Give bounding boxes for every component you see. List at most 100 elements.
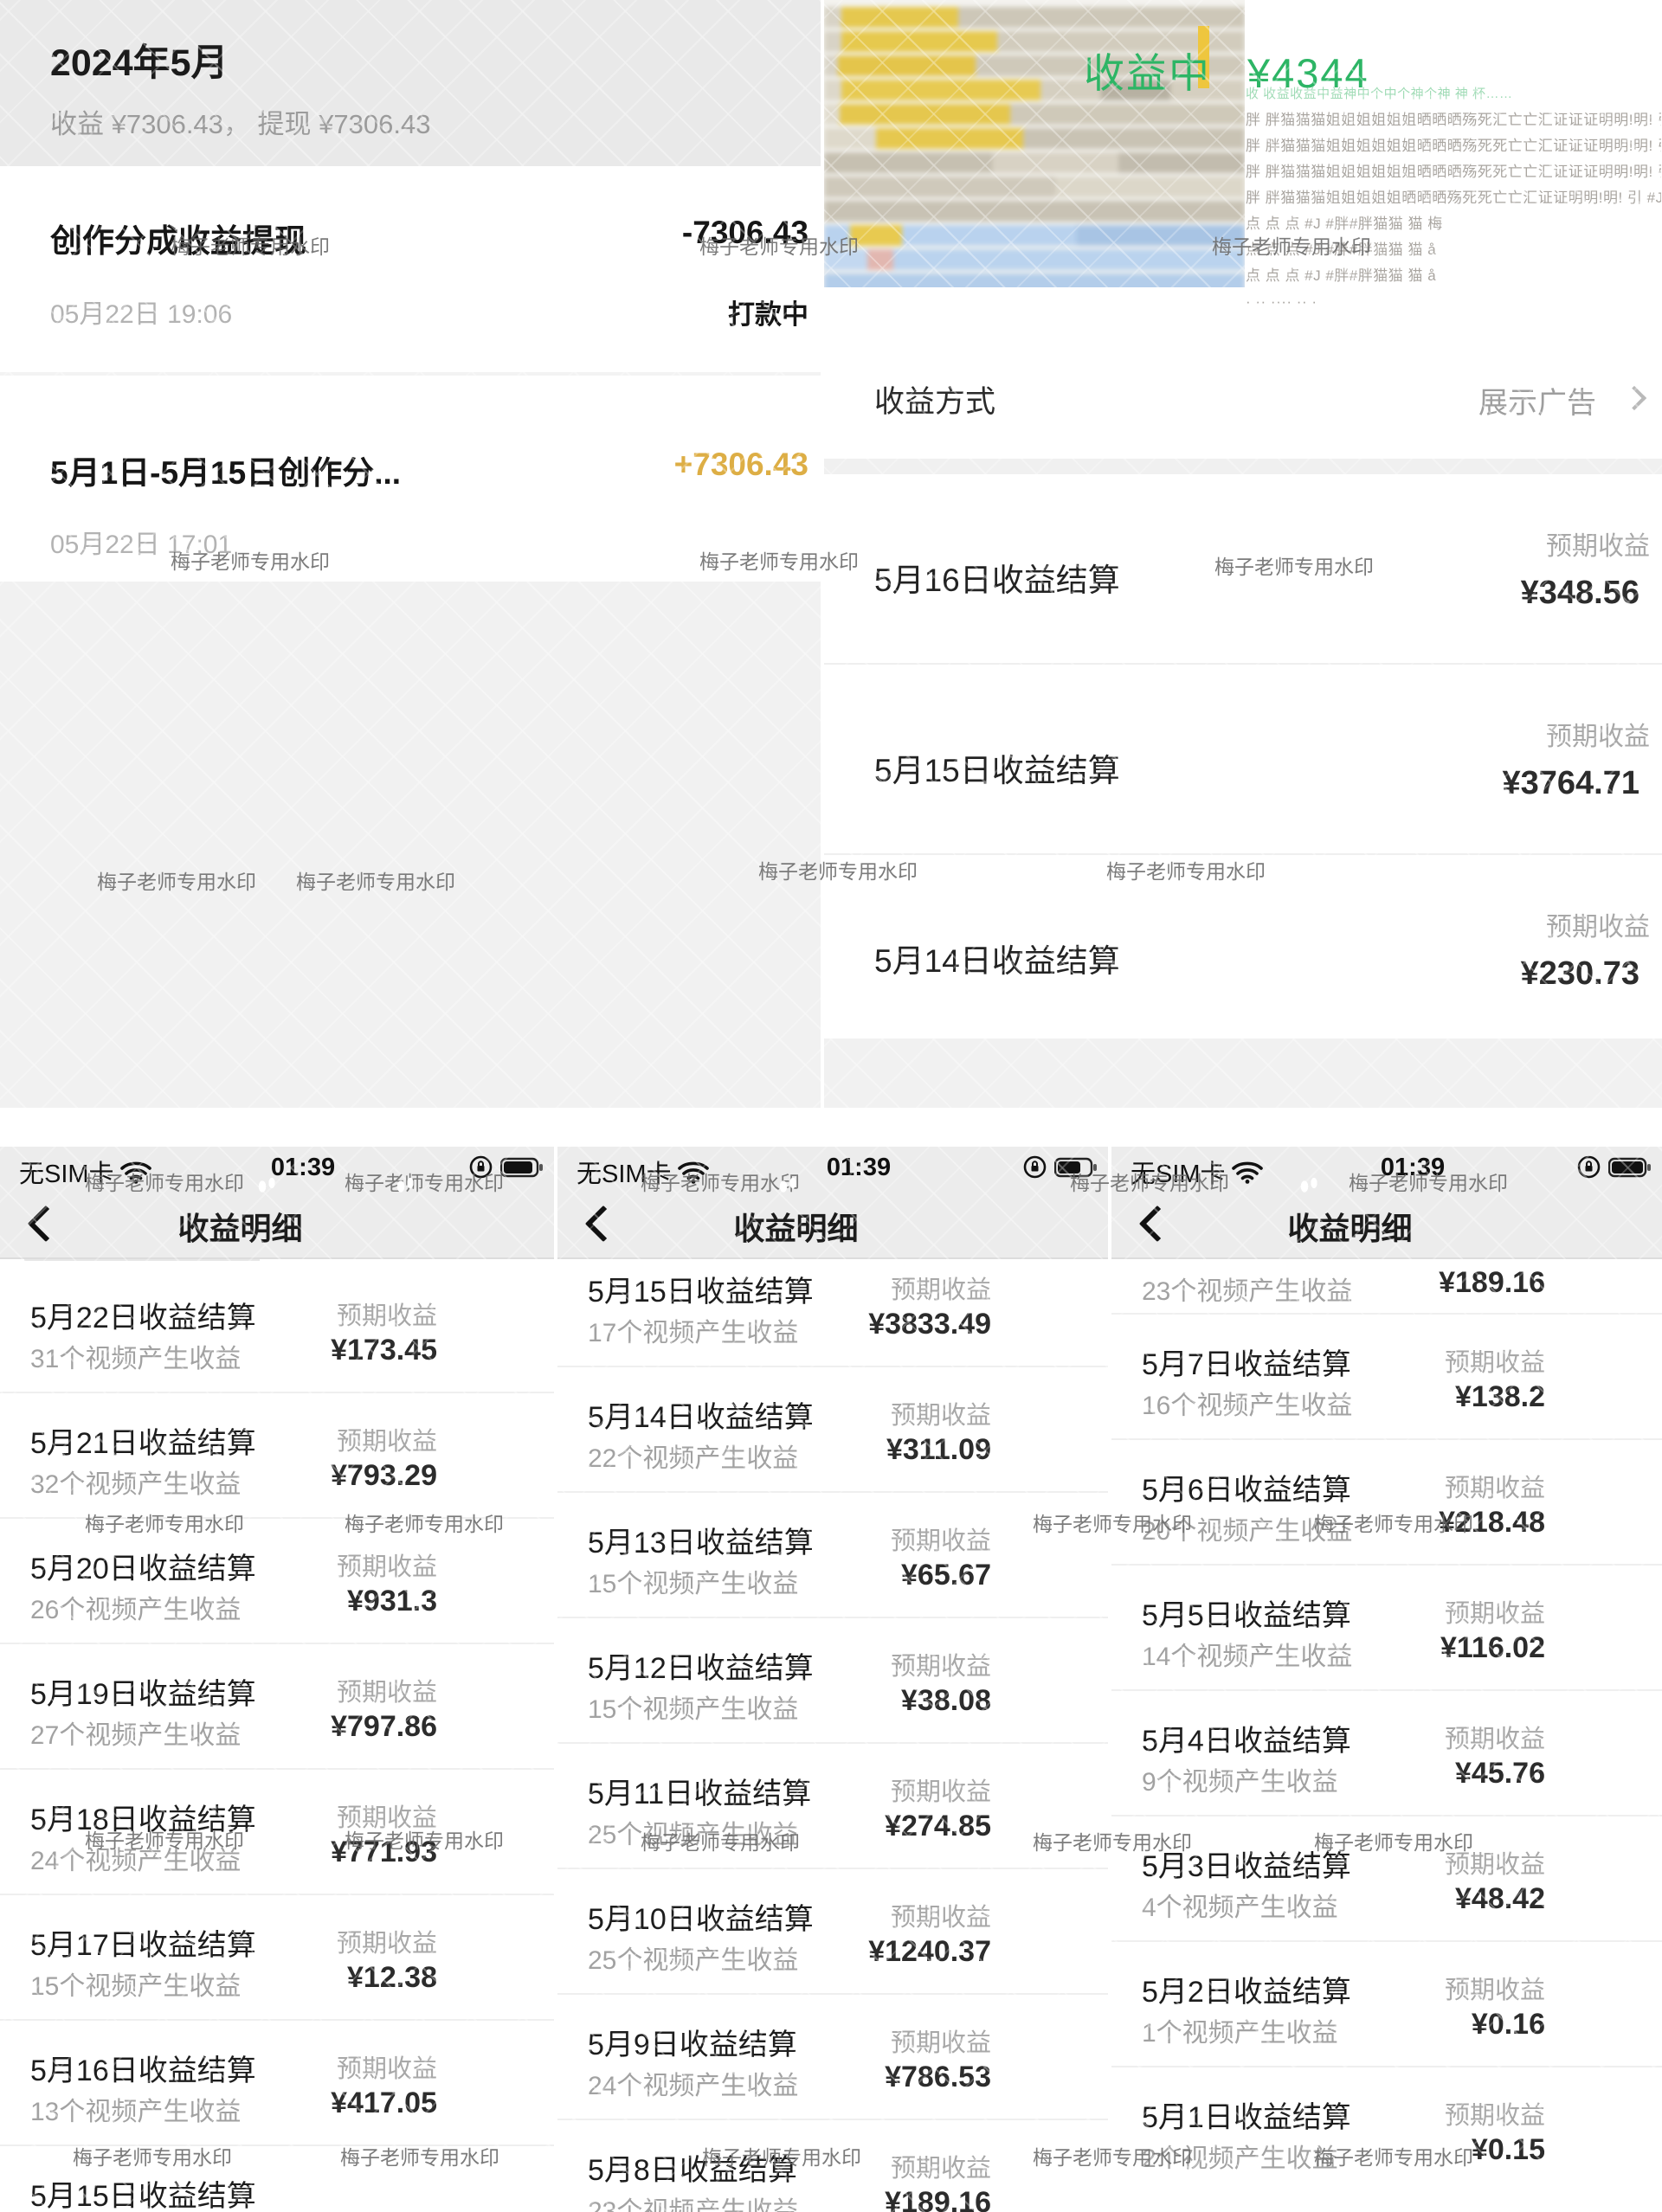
row-title: 5月4日收益结算: [1142, 1717, 1351, 1759]
transaction-row-income[interactable]: 5月1日-5月15日创作分... +7306.43 05月22日 17:01: [0, 372, 821, 585]
transaction-date: 05月22日 19:06: [50, 293, 232, 331]
row-title: 5月8日收益结算: [588, 2146, 797, 2189]
row-title: 5月13日收益结算: [588, 1519, 814, 1561]
settlement-list: 5月22日收益结算31个视频产生收益预期收益¥173.455月21日收益结算32…: [0, 1259, 554, 2212]
status-bar: 无SIM卡 01:39: [557, 1147, 1108, 1188]
settlement-row[interactable]: 5月21日收益结算32个视频产生收益预期收益¥793.29: [0, 1393, 554, 1519]
transaction-title: 5月1日-5月15日创作分...: [50, 447, 401, 493]
nav-bar: 收益明细: [557, 1188, 1108, 1259]
row-amount: ¥786.53: [885, 2061, 991, 2094]
settlement-row[interactable]: 5月15日收益结算: [0, 2146, 554, 2212]
settlement-row[interactable]: 5月2日收益结算1个视频产生收益预期收益¥0.16: [1111, 1942, 1662, 2067]
row-subtitle: 20个视频产生收益: [1142, 1509, 1352, 1547]
transaction-row-withdraw[interactable]: 创作分成收益提现 -7306.43 05月22日 19:06 打款中: [0, 166, 821, 372]
row-title: 5月14日收益结算: [874, 935, 1120, 981]
settlement-row[interactable]: 5月3日收益结算4个视频产生收益预期收益¥48.42: [1111, 1817, 1662, 1942]
earnings-method-row[interactable]: 收益方式 展示广告: [824, 348, 1662, 459]
row-subtitle: 24个视频产生收益: [30, 1839, 241, 1877]
row-amount: ¥3764.71: [1503, 765, 1640, 802]
settlement-row[interactable]: 5月1日收益结算2个视频产生收益预期收益¥0.15: [1111, 2067, 1662, 2191]
settlement-row[interactable]: 预期收益5月15日收益结算¥3764.71: [824, 665, 1662, 855]
settlement-row[interactable]: 5月17日收益结算15个视频产生收益预期收益¥12.38: [0, 1895, 554, 2021]
row-amount: ¥138.2: [1455, 1380, 1545, 1414]
row-title: 5月15日收益结算: [30, 2172, 256, 2212]
row-subtitle: 14个视频产生收益: [1142, 1635, 1352, 1673]
transaction-status: 打款中: [728, 293, 808, 331]
row-title: 5月17日收益结算: [30, 1921, 256, 1964]
glitch-text-line: 胖 胖猫猫猫姐姐姐姐姐姐晒晒晒殇死汇亡亡汇证证证明明!明! 引 #J #) #热…: [1246, 107, 1661, 133]
row-amount: ¥0.15: [1472, 2133, 1545, 2167]
phone-screenshot-2: 无SIM卡 01:39 收益明细 5月15日收益结算17个视频产生收益预期收益¥…: [554, 1147, 1108, 2212]
settlement-row[interactable]: 5月11日收益结算25个视频产生收益预期收益¥274.85: [557, 1744, 1108, 1869]
settlement-row[interactable]: 5月20日收益结算26个视频产生收益预期收益¥931.3: [0, 1519, 554, 1644]
transaction-title: 创作分成收益提现: [50, 215, 306, 261]
row-title: 5月12日收益结算: [588, 1644, 814, 1687]
row-title: 5月19日收益结算: [30, 1670, 256, 1713]
row-title: 5月16日收益结算: [874, 554, 1120, 601]
row-title: 5月1日收益结算: [1142, 2093, 1351, 2136]
row-amount: ¥0.16: [1472, 2008, 1545, 2042]
settlement-row[interactable]: 预期收益5月16日收益结算¥348.56: [824, 474, 1662, 665]
settlement-row[interactable]: 5月12日收益结算15个视频产生收益预期收益¥38.08: [557, 1618, 1108, 1744]
settlement-row[interactable]: 5月19日收益结算27个视频产生收益预期收益¥797.86: [0, 1644, 554, 1770]
battery-icon: [500, 1157, 544, 1178]
settlement-row[interactable]: 5月6日收益结算20个视频产生收益预期收益¥218.48: [1111, 1440, 1662, 1566]
row-amount: ¥12.38: [347, 1961, 437, 1995]
status-bar: 无SIM卡 01:39: [0, 1147, 554, 1188]
settlement-row[interactable]: 5月22日收益结算31个视频产生收益预期收益¥173.45: [0, 1268, 554, 1393]
expected-earnings-label: 预期收益: [1445, 1593, 1545, 1630]
settlement-row[interactable]: 5月7日收益结算16个视频产生收益预期收益¥138.2: [1111, 1315, 1662, 1440]
settlement-row[interactable]: 5月14日收益结算22个视频产生收益预期收益¥311.09: [557, 1367, 1108, 1493]
settlement-row[interactable]: 5月18日收益结算24个视频产生收益预期收益¥771.93: [0, 1770, 554, 1895]
expected-earnings-label: 预期收益: [1546, 905, 1650, 943]
settlement-row[interactable]: 5月9日收益结算24个视频产生收益预期收益¥786.53: [557, 1995, 1108, 2120]
settlement-row[interactable]: 预期收益5月14日收益结算¥230.73: [824, 855, 1662, 1044]
transaction-amount: -7306.43: [682, 215, 808, 251]
row-subtitle: 13个视频产生收益: [30, 2090, 241, 2128]
settlement-list: 预期收益 5月16日收益结算 ¥348.56 预期收益5月15日收益结算¥3764.7…: [824, 474, 1662, 1044]
orientation-lock-icon: [469, 1155, 493, 1179]
settlement-row[interactable]: 5月8日收益结算23个视频产生收益预期收益¥189.16: [557, 2120, 1108, 2212]
row-amount: ¥348.56: [1521, 575, 1639, 612]
page-title: 收益明细: [1111, 1204, 1588, 1249]
row-amount: ¥189.16: [885, 2186, 991, 2212]
expected-earnings-label: 预期收益: [891, 1270, 991, 1306]
row-title: 5月10日收益结算: [588, 1895, 814, 1938]
settlement-row[interactable]: 5月5日收益结算14个视频产生收益预期收益¥116.02: [1111, 1566, 1662, 1691]
row-title: 5月22日收益结算: [30, 1294, 256, 1336]
settlement-row[interactable]: 5月10日收益结算25个视频产生收益预期收益¥1240.37: [557, 1869, 1108, 1995]
row-subtitle: 9个视频产生收益: [1142, 1760, 1338, 1798]
chevron-right-icon: [1622, 386, 1646, 410]
settlement-row[interactable]: 5月4日收益结算9个视频产生收益预期收益¥45.76: [1111, 1691, 1662, 1817]
divider-fragment: [0, 1259, 554, 1268]
row-subtitle: 32个视频产生收益: [30, 1463, 241, 1501]
row-subtitle: 15个视频产生收益: [30, 1964, 241, 2003]
settlement-list: 5月15日收益结算17个视频产生收益预期收益¥3833.495月14日收益结算2…: [557, 1259, 1108, 2212]
row-title: 5月7日收益结算: [1142, 1341, 1351, 1383]
row-subtitle: 23个视频产生收益: [588, 2189, 798, 2212]
settlement-list: 23个视频产生收益¥189.165月7日收益结算16个视频产生收益预期收益¥13…: [1111, 1259, 1662, 2191]
glitch-text-line: 点 点 点 #J #胖#胖猫猫 猫 梅: [1246, 211, 1661, 237]
row-amount: ¥797.86: [331, 1710, 437, 1744]
row-amount: ¥116.02: [1440, 1631, 1545, 1665]
row-subtitle: 25个视频产生收益: [588, 1813, 798, 1851]
expected-earnings-label: 预期收益: [1445, 2095, 1545, 2132]
battery-icon: [1608, 1157, 1652, 1178]
settlement-row[interactable]: 5月13日收益结算15个视频产生收益预期收益¥65.67: [557, 1493, 1108, 1618]
row-title: 5月20日收益结算: [30, 1545, 256, 1587]
pending-amount: ¥4344: [1247, 50, 1369, 96]
row-amount: ¥218.48: [1439, 1506, 1545, 1540]
settlement-row[interactable]: 5月15日收益结算17个视频产生收益预期收益¥3833.49: [557, 1259, 1108, 1367]
row-subtitle: 22个视频产生收益: [588, 1437, 798, 1475]
glitch-text-line: 胖 胖猫猫猫姐姐姐姐姐姐晒晒晒殇死死亡亡汇证证证明明!明! 引 #J #} #热…: [1246, 159, 1661, 185]
settlement-row[interactable]: 23个视频产生收益¥189.16: [1111, 1259, 1662, 1315]
row-subtitle: 26个视频产生收益: [30, 1588, 241, 1626]
glitch-text-line: 点 点 点 #J #胖#胖猫猫 猫 å: [1246, 237, 1661, 263]
expected-earnings-label: 预期收益: [337, 1546, 437, 1583]
method-label: 收益方式: [874, 377, 995, 421]
empty-gray-area: [0, 582, 821, 1108]
phone-screenshot-3: 无SIM卡 01:39 收益明细 23个视频产生收益¥189.165月7日收益结…: [1108, 1147, 1662, 2212]
row-amount: ¥3833.49: [868, 1308, 991, 1341]
settlement-row[interactable]: 5月16日收益结算13个视频产生收益预期收益¥417.05: [0, 2021, 554, 2146]
row-amount: ¥173.45: [331, 1334, 437, 1367]
